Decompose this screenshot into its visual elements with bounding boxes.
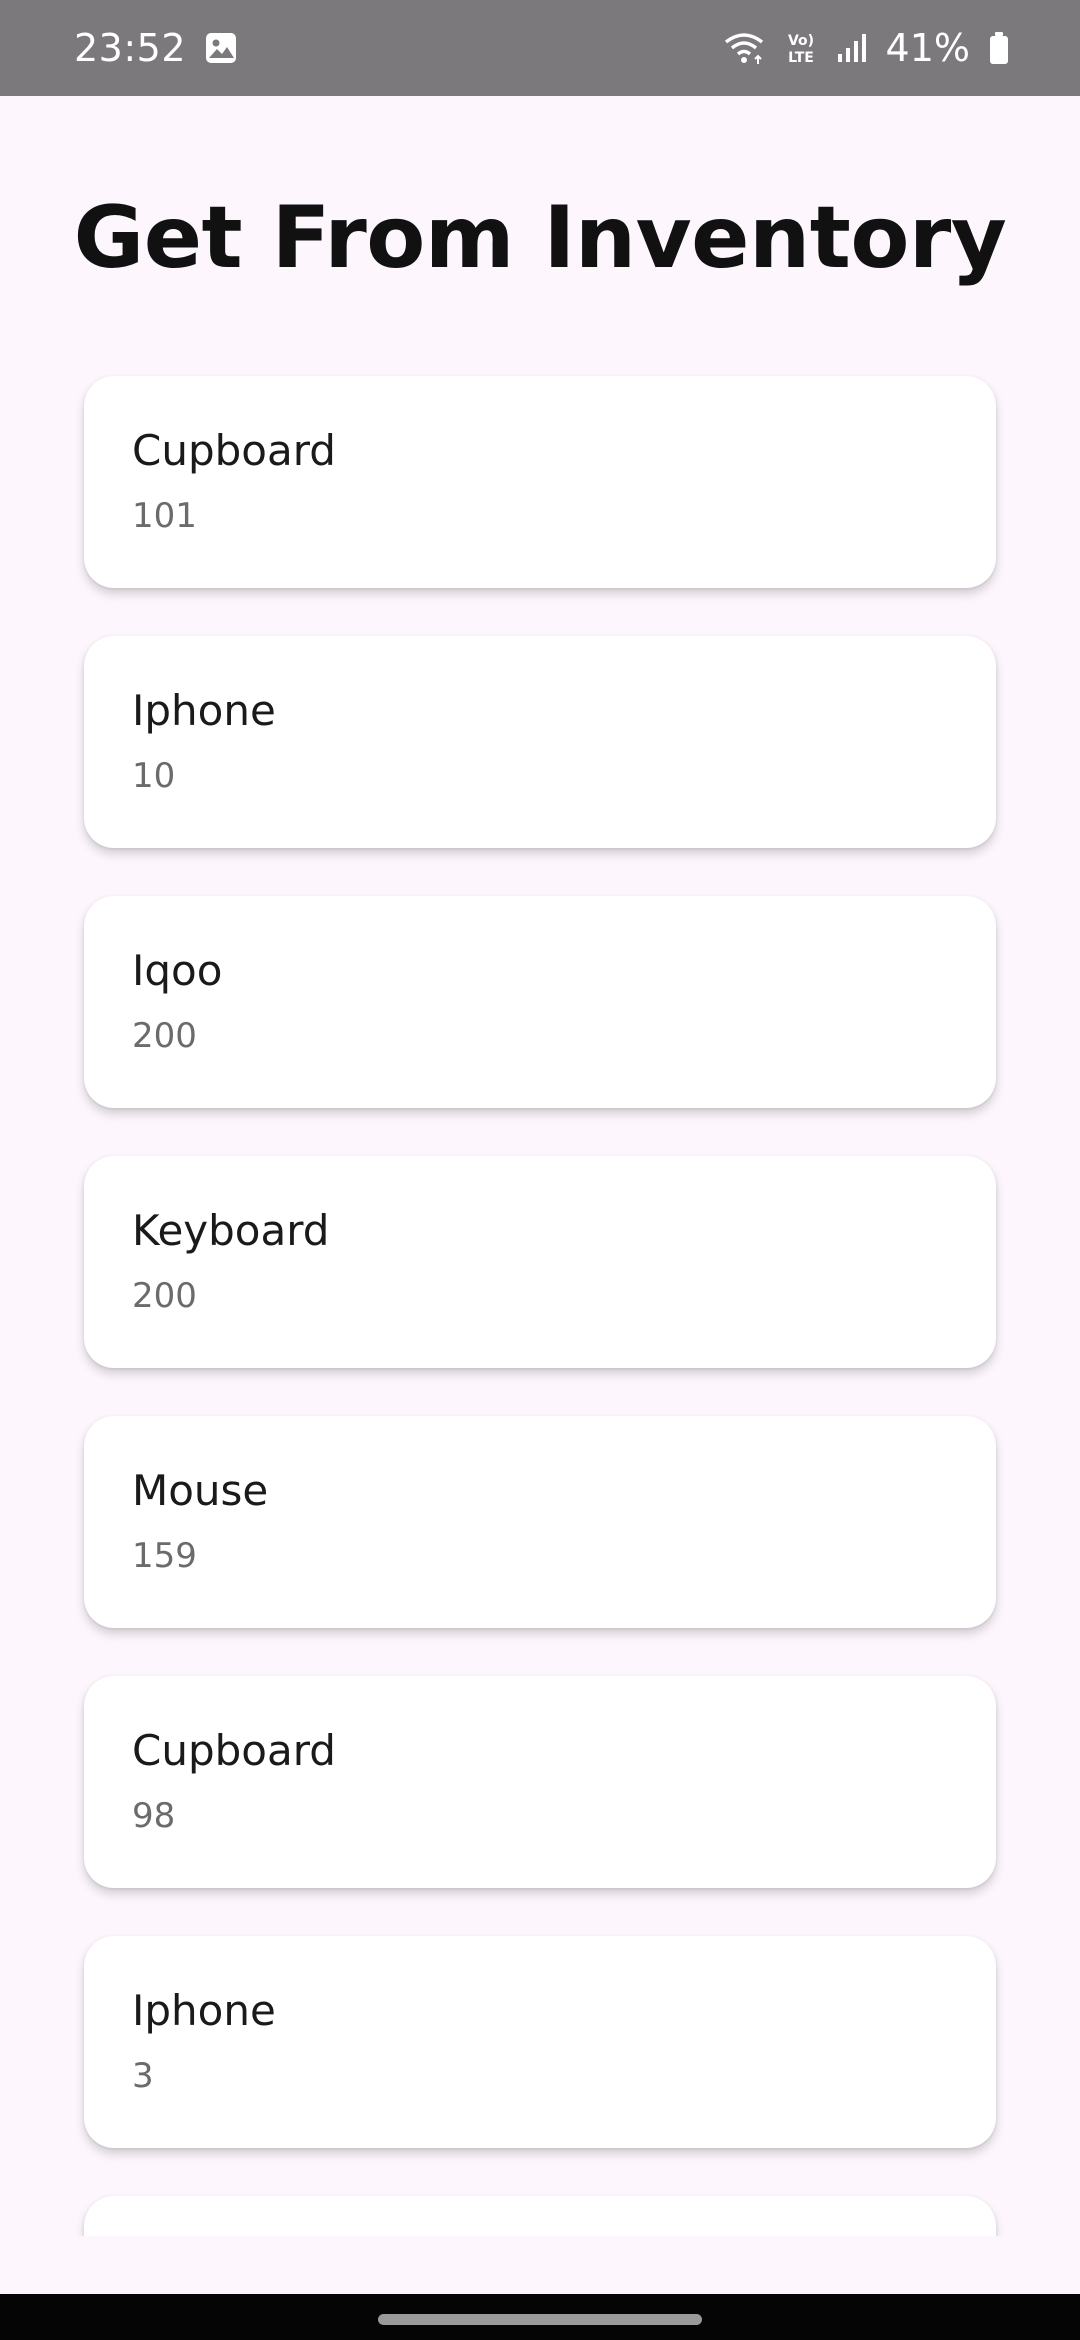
battery-icon [988, 31, 1010, 65]
status-bar: 23:52 Vo) LTE 41% [0, 0, 1080, 96]
svg-text:LTE: LTE [788, 50, 814, 66]
list-item[interactable]: Mouse 159 [84, 1416, 996, 1628]
status-left: 23:52 [74, 26, 238, 70]
inventory-list[interactable]: Cupboard 101 Iphone 10 Iqoo 200 Keyboard… [84, 376, 996, 2236]
item-quantity: 101 [132, 496, 197, 537]
wifi-icon [722, 30, 766, 66]
item-quantity: 159 [132, 1536, 197, 1577]
list-item[interactable]: Cupboard 101 [84, 376, 996, 588]
list-item[interactable]: Iqoo 200 [84, 896, 996, 1108]
item-quantity: 200 [132, 1276, 197, 1317]
image-icon [204, 31, 238, 65]
item-name: Iqoo [132, 946, 223, 995]
list-item-partial[interactable] [84, 2196, 996, 2236]
item-name: Cupboard [132, 1726, 336, 1775]
volte-icon: Vo) LTE [784, 30, 818, 66]
list-item[interactable]: Cupboard 98 [84, 1676, 996, 1888]
list-item[interactable]: Keyboard 200 [84, 1156, 996, 1368]
battery-percent: 41% [885, 26, 970, 70]
item-name: Iphone [132, 1986, 276, 2035]
item-quantity: 10 [132, 756, 176, 797]
svg-text:Vo): Vo) [787, 33, 813, 49]
list-item[interactable]: Iphone 3 [84, 1936, 996, 2148]
item-quantity: 98 [132, 1796, 176, 1837]
inventory-screen: Get From Inventory Cupboard 101 Iphone 1… [0, 96, 1080, 2236]
item-name: Cupboard [132, 426, 336, 475]
signal-icon [836, 32, 868, 64]
home-indicator[interactable] [378, 2314, 702, 2325]
page-title: Get From Inventory [73, 188, 1007, 288]
item-name: Iphone [132, 686, 276, 735]
item-quantity: 200 [132, 1016, 197, 1057]
item-name: Mouse [132, 1466, 269, 1515]
navigation-bar [0, 2294, 1080, 2340]
status-time: 23:52 [74, 26, 187, 70]
status-right: Vo) LTE 41% [722, 26, 1010, 70]
item-quantity: 3 [132, 2056, 154, 2097]
list-item[interactable]: Iphone 10 [84, 636, 996, 848]
item-name: Keyboard [132, 1206, 330, 1255]
